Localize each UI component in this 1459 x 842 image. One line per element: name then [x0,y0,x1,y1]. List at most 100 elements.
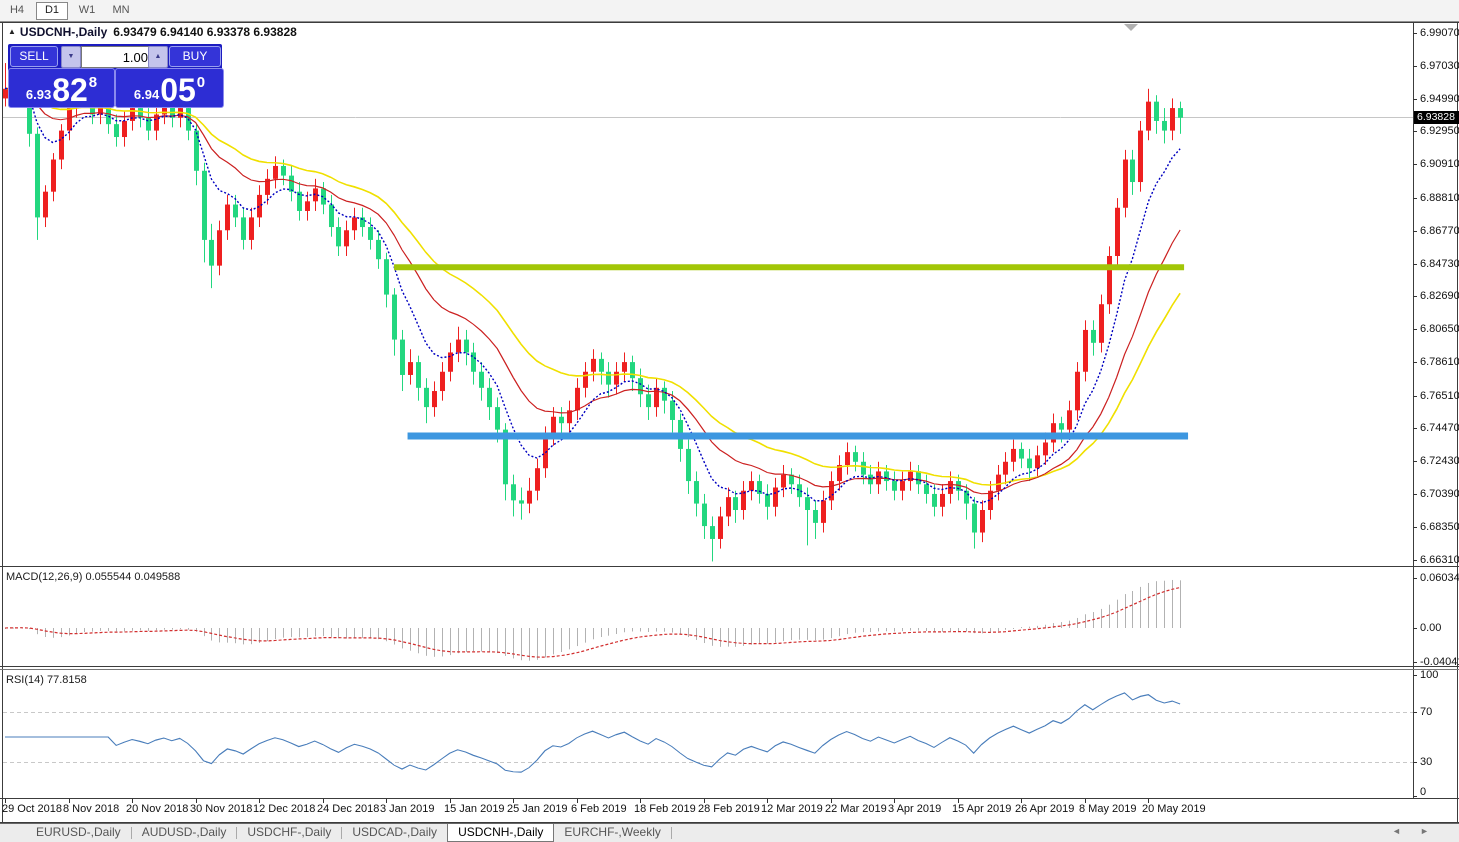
date-axis-label: 6 Feb 2019 [571,803,627,815]
chart-symbol-label: USDCNH-,Daily [19,25,108,39]
rsi-axis-label: 70 [1420,706,1433,718]
date-axis-label: 3 Apr 2019 [888,803,942,815]
price-axis-label: 6.72430 [1420,455,1459,467]
price-axis-tick [1413,164,1417,165]
tab-separator [670,827,672,839]
tab-scroll-left-icon[interactable]: ◄ [1392,826,1401,836]
date-axis-label: 15 Apr 2019 [952,803,1012,815]
macd-indicator-canvas[interactable] [3,567,1413,665]
price-axis-tick [1413,264,1417,265]
chart-title-arrow-icon[interactable]: ▲ [8,27,16,36]
rsi-indicator-canvas[interactable] [3,670,1413,797]
macd-axis-label: 0.060342 [1420,572,1459,584]
buy-button[interactable]: BUY [169,46,221,67]
date-axis-label: 24 Dec 2018 [317,803,380,815]
chart-shift-marker-icon[interactable] [1124,24,1138,31]
timeframe-button-h4[interactable]: H4 [2,2,32,18]
chart-tab-audusddaily[interactable]: AUDUSD-,Daily [132,824,237,841]
date-axis-separator [0,798,1459,799]
sell-price-button[interactable]: 6.93 82 8 [8,68,115,108]
price-axis-border [1413,23,1414,799]
rsi-axis-tick [1413,796,1417,797]
rsi-axis-tick [1413,712,1417,713]
date-axis-label: 18 Feb 2019 [634,803,696,815]
chart-tab-usdcaddaily[interactable]: USDCAD-,Daily [342,824,447,841]
macd-axis-tick [1413,628,1417,629]
date-axis-label: 26 Apr 2019 [1015,803,1075,815]
macd-axis-tick [1413,578,1417,579]
chart-ohlc-values: 6.93479 6.94140 6.93378 6.93828 [113,25,297,39]
date-axis-label: 8 May 2019 [1079,803,1137,815]
sell-button[interactable]: SELL [10,46,58,67]
rsi-axis-tick [1413,762,1417,763]
current-price-badge: 6.93828 [1414,111,1459,124]
buy-price-button[interactable]: 6.94 05 0 [115,68,224,108]
price-axis-tick [1413,33,1417,34]
price-axis-tick [1413,560,1417,561]
date-axis-label: 29 Oct 2018 [2,803,62,815]
rsi-label: RSI(14) 77.8158 [6,674,87,686]
date-axis-label: 28 Feb 2019 [698,803,760,815]
buy-price-sup: 0 [196,74,206,91]
caret-up-icon: ▲ [154,53,162,60]
caret-down-icon: ▼ [67,53,75,60]
chart-tab-eurchfweekly[interactable]: EURCHF-,Weekly [554,824,670,841]
rsi-axis-label: 30 [1420,756,1433,768]
volume-increase-button[interactable]: ▲ [148,46,168,68]
date-axis-label: 30 Nov 2018 [190,803,253,815]
buy-price-big: 05 [160,72,196,108]
sell-price-big: 82 [52,72,88,108]
price-axis-tick [1413,396,1417,397]
chart-tab-usdchfdaily[interactable]: USDCHF-,Daily [237,824,341,841]
timeframe-button-mn[interactable]: MN [106,2,136,18]
timeframe-button-w1[interactable]: W1 [72,2,102,18]
chart-title: ▲ USDCNH-,Daily 6.93479 6.94140 6.93378 6.… [8,25,297,39]
rsi-separator-top [0,666,1459,667]
timeframe-button-d1[interactable]: D1 [36,2,68,20]
mt4-application: H4 D1 W1 MN ▲ USDCNH-,Daily 6.93479 6.94140 6… [0,0,1459,842]
date-axis-label: 22 Mar 2019 [825,803,887,815]
date-axis-label: 20 Nov 2018 [126,803,189,815]
date-axis-label: 8 Nov 2018 [63,803,120,815]
price-axis-label: 6.97030 [1420,60,1459,72]
price-axis-tick [1413,494,1417,495]
date-axis-label: 25 Jan 2019 [507,803,568,815]
price-axis-label: 6.84730 [1420,258,1459,270]
date-axis-label: 3 Jan 2019 [380,803,435,815]
price-axis-label: 6.68350 [1420,521,1459,533]
rsi-axis-label: 0 [1420,786,1427,798]
volume-input[interactable] [81,46,153,68]
price-axis-tick [1413,461,1417,462]
rsi-axis-tick [1413,675,1417,676]
chart-tab-usdcnhdaily[interactable]: USDCNH-,Daily [447,824,555,842]
buy-price-small: 6.94 [133,87,160,102]
price-axis-label: 6.88810 [1420,192,1459,204]
price-axis-tick [1413,329,1417,330]
price-axis-tick [1413,296,1417,297]
price-axis-label: 6.99070 [1420,27,1459,39]
price-axis-label: 6.76510 [1420,390,1459,402]
price-axis-tick [1413,231,1417,232]
price-axis-tick [1413,362,1417,363]
date-axis-label: 12 Mar 2019 [761,803,823,815]
chart-tab-eurusddaily[interactable]: EURUSD-,Daily [26,824,131,841]
sell-price-small: 6.93 [25,87,52,102]
price-axis-label: 6.90910 [1420,158,1459,170]
price-axis-label: 6.74470 [1420,422,1459,434]
price-axis-label: 6.80650 [1420,323,1459,335]
tab-scroll-right-icon[interactable]: ► [1420,826,1429,836]
volume-decrease-button[interactable]: ▼ [61,46,81,68]
one-click-trading-panel: SELL ▼ ▲ BUY 6.93 82 8 6.94 05 0 [8,44,224,108]
price-axis-tick [1413,99,1417,100]
date-axis-label: 12 Dec 2018 [253,803,316,815]
date-axis-label: 20 May 2019 [1142,803,1206,815]
price-axis-label: 6.92950 [1420,125,1459,137]
price-axis-label: 6.94990 [1420,93,1459,105]
macd-axis-label: -0.040415 [1420,656,1459,668]
macd-label: MACD(12,26,9) 0.055544 0.049588 [6,571,181,583]
price-axis-tick [1413,527,1417,528]
chart-tab-bar: EURUSD-,Daily AUDUSD-,Daily USDCHF-,Daily U… [0,823,1459,842]
price-axis-label: 6.82690 [1420,290,1459,302]
price-axis-tick [1413,428,1417,429]
date-axis-label: 15 Jan 2019 [444,803,505,815]
